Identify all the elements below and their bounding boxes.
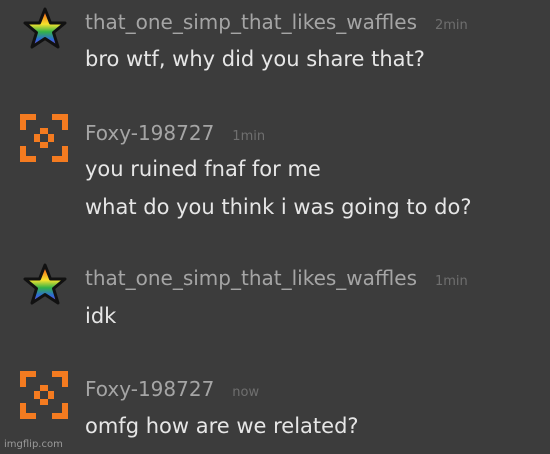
watermark: imgflip.com: [4, 439, 63, 450]
avatar[interactable]: [22, 262, 70, 310]
username[interactable]: Foxy-198727: [85, 377, 214, 401]
message-text: bro wtf, why did you share that?: [85, 47, 425, 71]
message-text: omfg how are we related?: [85, 414, 359, 438]
timestamp: 2min: [434, 18, 468, 33]
username[interactable]: that_one_simp_that_likes_waffles: [85, 266, 417, 290]
username[interactable]: Foxy-198727: [85, 121, 214, 145]
timestamp: 1min: [232, 129, 266, 144]
message-text: idk: [85, 304, 117, 328]
message-text: what do you think i was going to do?: [85, 195, 472, 219]
avatar[interactable]: [20, 371, 68, 419]
rainbow-star-icon: [22, 6, 70, 52]
message-text: you ruined fnaf for me: [85, 157, 321, 181]
timestamp: 1min: [434, 274, 468, 289]
orange-bracket-icon: [20, 114, 68, 162]
rainbow-star-icon: [22, 262, 70, 308]
avatar[interactable]: [20, 114, 68, 162]
avatar[interactable]: [22, 6, 70, 54]
username[interactable]: that_one_simp_that_likes_waffles: [85, 10, 417, 34]
timestamp: now: [232, 385, 260, 400]
orange-bracket-icon: [20, 371, 68, 419]
